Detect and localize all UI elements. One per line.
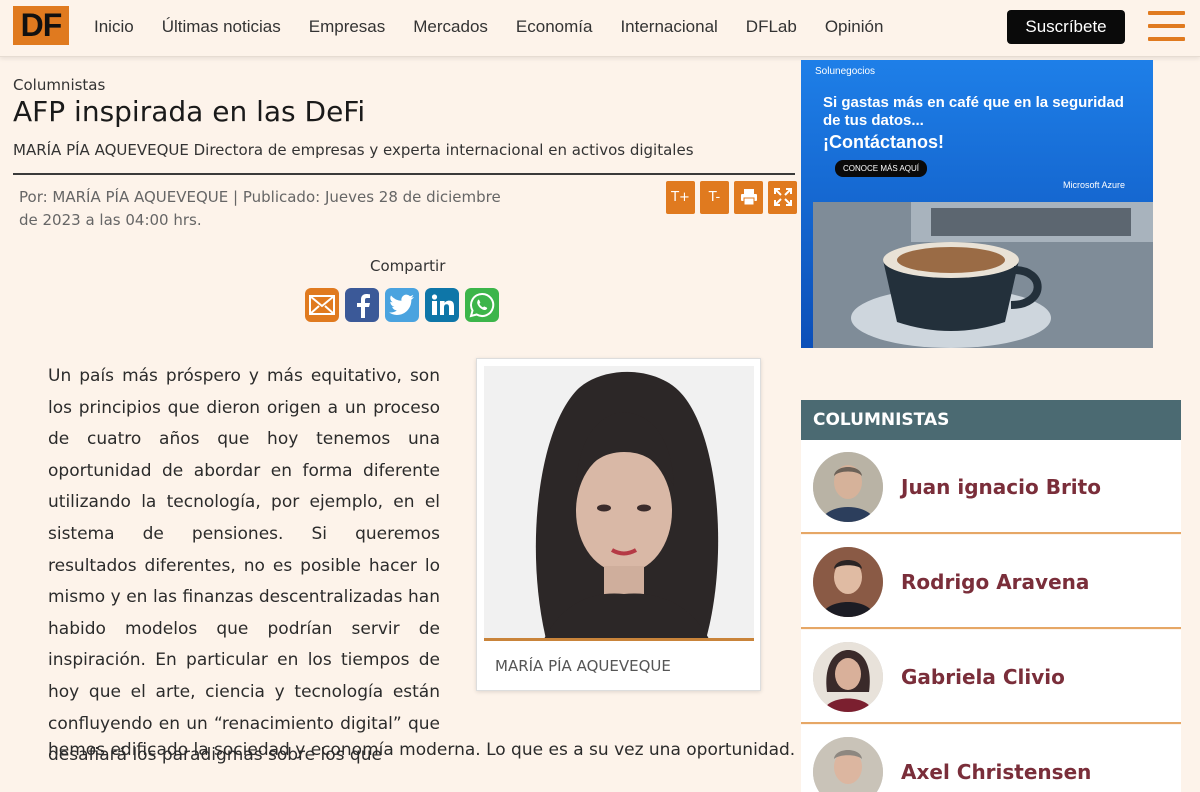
author-photo xyxy=(484,366,754,639)
ad-cta-text: ¡Contáctanos! xyxy=(823,132,944,152)
article-title: AFP inspirada en las DeFi xyxy=(13,95,366,128)
print-icon xyxy=(740,189,757,206)
section-label[interactable]: Columnistas xyxy=(13,76,105,94)
byline: Por: MARÍA PÍA AQUEVEQUE | Publicado: Ju… xyxy=(19,188,501,229)
ad-headline: Si gastas más en café que en la segurida… xyxy=(823,94,1124,129)
font-increase-button[interactable]: T+ xyxy=(666,181,695,214)
article-paragraph-continued: hemos edificado la sociedad y economía m… xyxy=(48,740,796,760)
linkedin-icon[interactable] xyxy=(425,288,459,322)
columnist-name[interactable]: Juan ignacio Brito xyxy=(901,440,1101,534)
nav-item-ultimas-noticias[interactable]: Últimas noticias xyxy=(148,17,295,37)
share-label: Compartir xyxy=(370,257,446,275)
whatsapp-icon[interactable] xyxy=(465,288,499,322)
nav-item-opinion[interactable]: Opinión xyxy=(811,17,898,37)
font-decrease-button[interactable]: T- xyxy=(700,181,729,214)
nav-item-internacional[interactable]: Internacional xyxy=(606,17,731,37)
nav-item-dflab[interactable]: DFLab xyxy=(732,17,811,37)
nav-item-inicio[interactable]: Inicio xyxy=(80,17,148,37)
top-navigation-bar: DF Inicio Últimas noticias Empresas Merc… xyxy=(0,0,1200,57)
fullscreen-button[interactable] xyxy=(768,181,797,214)
main-nav: Inicio Últimas noticias Empresas Mercado… xyxy=(80,0,897,54)
expand-icon xyxy=(773,188,792,206)
email-icon[interactable] xyxy=(305,288,339,322)
share-bar xyxy=(305,288,499,322)
columnist-name[interactable]: Axel Christensen xyxy=(901,725,1091,792)
columnist-item[interactable]: Gabriela Clivio xyxy=(801,630,1181,724)
advertisement-banner[interactable]: Solunegocios Si gastas más en café que e… xyxy=(801,60,1153,348)
print-button[interactable] xyxy=(734,181,763,214)
subscribe-button[interactable]: Suscríbete xyxy=(1007,10,1125,44)
columnist-item[interactable]: Rodrigo Aravena xyxy=(801,535,1181,629)
avatar xyxy=(813,547,883,617)
twitter-icon[interactable] xyxy=(385,288,419,322)
photo-accent-bar xyxy=(484,638,754,641)
facebook-icon[interactable] xyxy=(345,288,379,322)
nav-item-empresas[interactable]: Empresas xyxy=(295,17,400,37)
columnist-item[interactable]: Juan ignacio Brito xyxy=(801,440,1181,534)
author-photo-card: MARÍA PÍA AQUEVEQUE xyxy=(476,358,761,691)
columnist-item[interactable]: Axel Christensen xyxy=(801,725,1181,792)
author-description: MARÍA PÍA AQUEVEQUE Directora de empresa… xyxy=(13,141,694,159)
columnist-name[interactable]: Gabriela Clivio xyxy=(901,630,1065,724)
avatar xyxy=(813,642,883,712)
columnist-name[interactable]: Rodrigo Aravena xyxy=(901,535,1089,629)
article-paragraph: Un país más próspero y más equitativo, s… xyxy=(48,366,440,766)
ad-cta-button[interactable]: CONOCE MÁS AQUÍ xyxy=(835,160,928,177)
df-logo[interactable]: DF xyxy=(13,6,69,45)
ad-brand: Solunegocios xyxy=(815,66,876,77)
photo-caption: MARÍA PÍA AQUEVEQUE xyxy=(495,657,671,675)
menu-icon[interactable] xyxy=(1148,11,1185,41)
ad-partner: Microsoft Azure xyxy=(1063,180,1126,190)
article-tools: T+ T- xyxy=(666,181,797,214)
columnists-heading: COLUMNISTAS xyxy=(801,400,1181,440)
avatar xyxy=(813,452,883,522)
avatar xyxy=(813,737,883,792)
nav-item-mercados[interactable]: Mercados xyxy=(399,17,502,37)
divider xyxy=(13,173,795,175)
nav-item-economia[interactable]: Economía xyxy=(502,17,607,37)
